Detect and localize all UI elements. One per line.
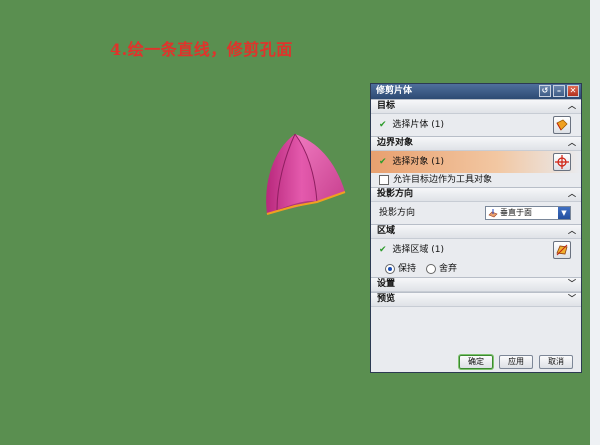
checkmark-icon: ✔	[379, 120, 387, 130]
chevron-up-icon[interactable]: ︿	[567, 226, 577, 236]
section-settings-header[interactable]: 设置 ﹀	[371, 277, 581, 292]
projection-label: 投影方向	[379, 208, 416, 218]
screen-edge-strip	[590, 0, 600, 445]
checkmark-icon: ✔	[379, 245, 387, 255]
section-boundary-header[interactable]: 边界对象 ︿	[371, 136, 581, 151]
projection-row: 投影方向 垂直于面 ▼	[371, 202, 581, 224]
chevron-up-icon[interactable]: ︿	[567, 101, 577, 111]
dialog-title: 修剪片体	[376, 86, 413, 96]
select-region-row[interactable]: ✔ 选择区域 (1)	[371, 239, 581, 261]
select-sheet-label: 选择片体 (1)	[392, 120, 445, 130]
allow-target-edge-row[interactable]: 允许目标边作为工具对象	[371, 173, 581, 187]
checkmark-icon: ✔	[379, 157, 387, 167]
chevron-down-icon[interactable]: ﹀	[567, 294, 577, 304]
dialog-footer: 确定 应用 取消	[371, 352, 581, 372]
step-instruction: 4.绘一条直线，修剪孔面	[110, 40, 293, 59]
section-projection-header[interactable]: 投影方向 ︿	[371, 187, 581, 202]
select-object-row[interactable]: ✔ 选择对象 (1)	[371, 151, 581, 173]
close-icon[interactable]: ✕	[567, 85, 579, 97]
section-target-header[interactable]: 目标 ︿	[371, 99, 581, 114]
reset-icon[interactable]: ↺	[539, 85, 551, 97]
projection-value: 垂直于面	[500, 208, 532, 217]
sheet-body-icon[interactable]	[553, 116, 571, 134]
region-icon[interactable]	[553, 241, 571, 259]
discard-option[interactable]: 舍弃	[426, 261, 457, 277]
crosshair-icon[interactable]	[553, 153, 571, 171]
minimize-icon[interactable]: –	[553, 85, 565, 97]
apply-button[interactable]: 应用	[499, 355, 533, 369]
trim-sheet-dialog: 修剪片体 ↺ – ✕ 目标 ︿ ✔ 选择片体 (1) 边界对象 ︿ ✔ 选择对象…	[370, 83, 582, 373]
keep-option[interactable]: 保持	[385, 261, 416, 277]
dropdown-arrow-icon[interactable]: ▼	[558, 207, 570, 219]
allow-target-edge-checkbox[interactable]	[379, 175, 389, 185]
normal-to-face-icon	[488, 209, 498, 218]
keep-radio[interactable]	[385, 263, 395, 274]
chevron-down-icon[interactable]: ﹀	[567, 279, 577, 289]
chevron-up-icon[interactable]: ︿	[567, 189, 577, 199]
ok-button[interactable]: 确定	[458, 354, 494, 370]
region-mode-group: 保持 舍弃	[371, 261, 581, 277]
section-region-header[interactable]: 区域 ︿	[371, 224, 581, 239]
select-sheet-row[interactable]: ✔ 选择片体 (1)	[371, 114, 581, 136]
select-region-label: 选择区域 (1)	[392, 245, 445, 255]
discard-radio[interactable]	[426, 263, 437, 274]
surface-model[interactable]	[255, 128, 355, 223]
cancel-button[interactable]: 取消	[539, 355, 573, 369]
section-preview-header[interactable]: 预览 ﹀	[371, 292, 581, 307]
dialog-titlebar: 修剪片体 ↺ – ✕	[371, 84, 581, 99]
chevron-up-icon[interactable]: ︿	[567, 138, 577, 148]
allow-target-edge-label: 允许目标边作为工具对象	[393, 175, 493, 185]
select-object-label: 选择对象 (1)	[392, 157, 445, 167]
projection-select[interactable]: 垂直于面 ▼	[485, 206, 571, 220]
